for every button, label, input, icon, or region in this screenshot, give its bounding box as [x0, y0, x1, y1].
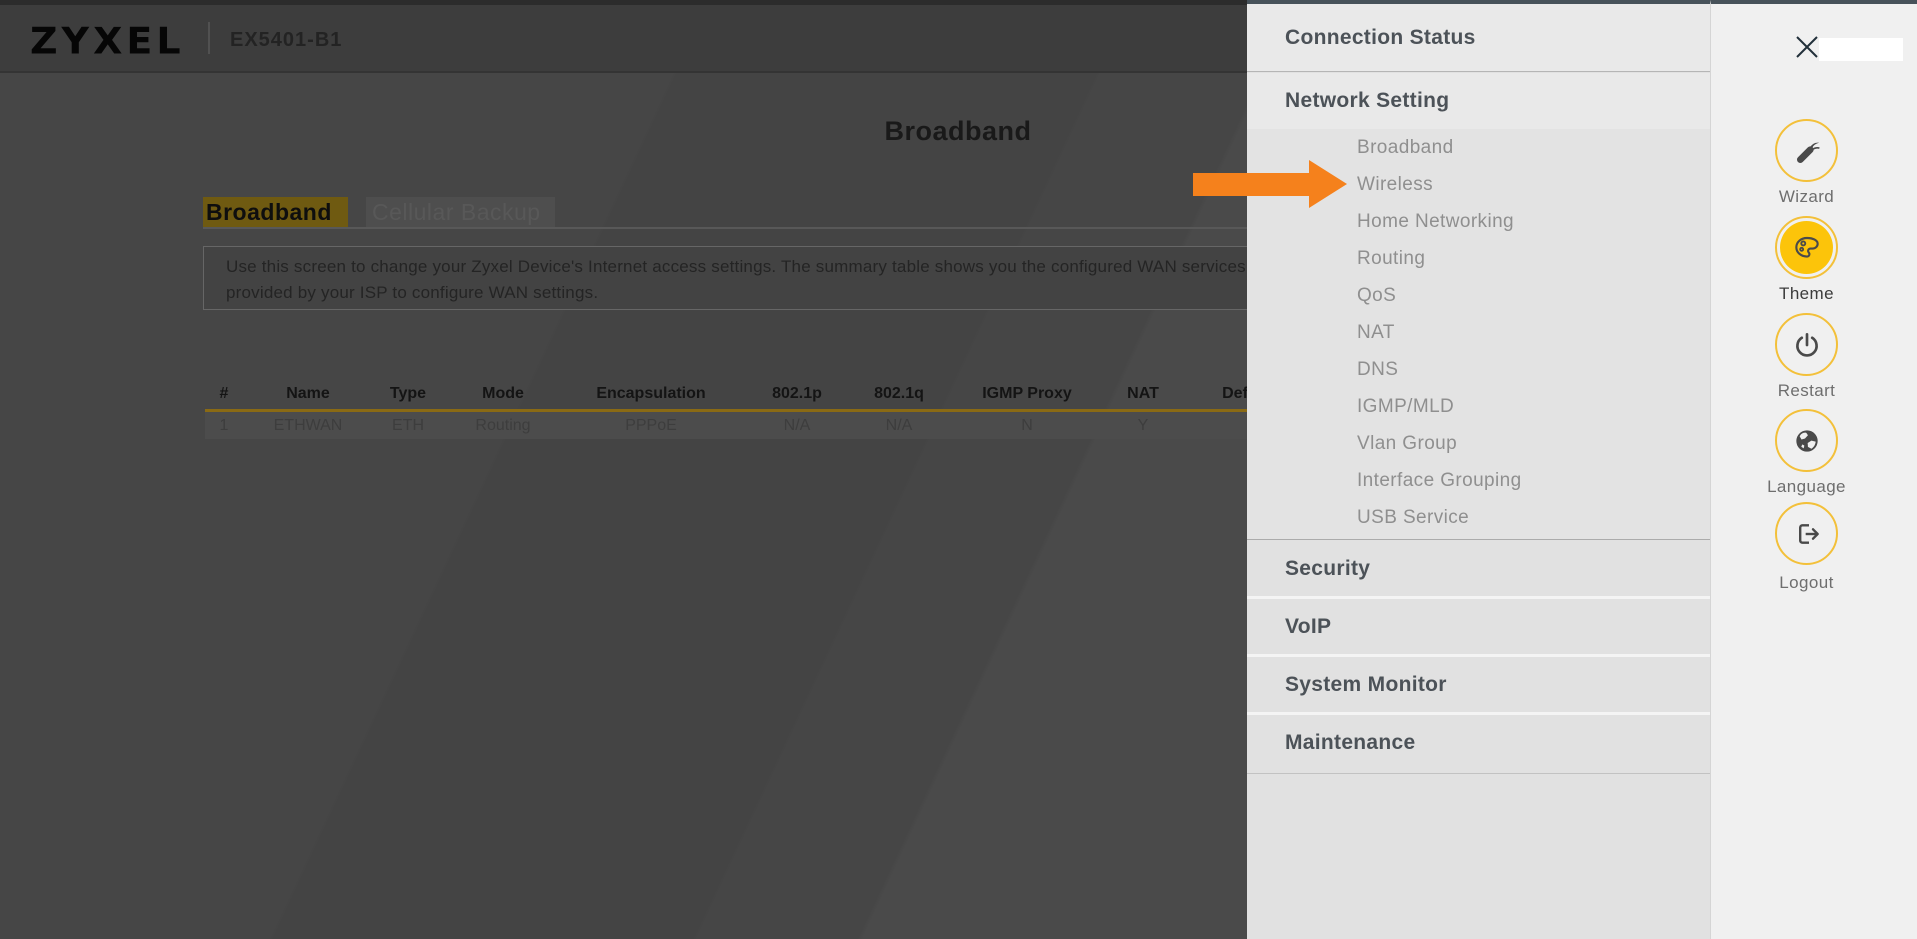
wizard-button[interactable] — [1775, 119, 1838, 182]
icon-rail: Wizard Theme Restart — [1710, 0, 1917, 939]
col-header: IGMP Proxy — [943, 378, 1111, 409]
col-header: # — [205, 378, 243, 409]
submenu-nat[interactable]: NAT — [1247, 314, 1710, 351]
col-header: 802.1p — [739, 378, 855, 409]
submenu-igmp-mld[interactable]: IGMP/MLD — [1247, 388, 1710, 425]
cell-8021q: N/A — [855, 412, 943, 439]
wan-services-table: # Name Type Mode Encapsulation 802.1p 80… — [205, 378, 1355, 439]
pointer-arrow-head — [1309, 160, 1347, 208]
theme-active-fill — [1780, 221, 1833, 274]
menu-maintenance[interactable]: Maintenance — [1247, 715, 1710, 770]
table-header-row: # Name Type Mode Encapsulation 802.1p 80… — [205, 378, 1355, 409]
tab-cellular-backup[interactable]: Cellular Backup — [366, 197, 555, 229]
section-divider — [1247, 773, 1710, 774]
table-row[interactable]: 1 ETHWAN ETH Routing PPPoE N/A N/A N Y — [205, 412, 1355, 439]
globe-icon — [1791, 425, 1823, 457]
theme-button[interactable] — [1775, 216, 1838, 279]
cell-8021p: N/A — [739, 412, 855, 439]
logout-label: Logout — [1711, 573, 1902, 593]
nav-menu-panel: Connection Status Network Setting Broadb… — [1247, 0, 1710, 939]
wizard-label: Wizard — [1711, 187, 1902, 207]
cell-name: ETHWAN — [243, 412, 373, 439]
col-header: Name — [243, 378, 373, 409]
menu-connection-status[interactable]: Connection Status — [1247, 4, 1710, 72]
palette-icon — [1791, 232, 1823, 264]
cell-mode: Routing — [443, 412, 563, 439]
logout-button[interactable] — [1775, 502, 1838, 565]
cell-type: ETH — [373, 412, 443, 439]
language-label: Language — [1711, 477, 1902, 497]
restart-label: Restart — [1711, 381, 1902, 401]
submenu-home-networking[interactable]: Home Networking — [1247, 203, 1710, 240]
menu-security[interactable]: Security — [1247, 541, 1710, 596]
cell-index: 1 — [205, 412, 243, 439]
submenu-dns[interactable]: DNS — [1247, 351, 1710, 388]
pointer-arrow-bar — [1193, 173, 1311, 196]
col-header: Mode — [443, 378, 563, 409]
power-icon — [1791, 329, 1823, 361]
submenu-vlan-group[interactable]: Vlan Group — [1247, 425, 1710, 462]
cell-nat: Y — [1111, 412, 1175, 439]
menu-voip[interactable]: VoIP — [1247, 599, 1710, 654]
tab-underline — [203, 227, 1355, 229]
white-swatch — [1819, 38, 1903, 61]
col-header: NAT — [1111, 378, 1175, 409]
device-model: EX5401-B1 — [230, 29, 342, 52]
cell-igmp-proxy: N — [943, 412, 1111, 439]
restart-button[interactable] — [1775, 313, 1838, 376]
submenu-usb-service[interactable]: USB Service — [1247, 499, 1710, 536]
description-line1: Use this screen to change your Zyxel Dev… — [226, 254, 1354, 280]
logo-separator — [208, 22, 210, 54]
pointer-arrow — [1193, 160, 1347, 208]
col-header: Type — [373, 378, 443, 409]
logout-icon — [1791, 518, 1823, 550]
submenu-routing[interactable]: Routing — [1247, 240, 1710, 277]
description-line2: provided by your ISP to configure WAN se… — [226, 280, 1354, 306]
cell-encapsulation: PPPoE — [563, 412, 739, 439]
wand-icon — [1791, 135, 1823, 167]
col-header: Encapsulation — [563, 378, 739, 409]
language-button[interactable] — [1775, 409, 1838, 472]
menu-system-monitor[interactable]: System Monitor — [1247, 657, 1710, 712]
description-box: Use this screen to change your Zyxel Dev… — [203, 246, 1355, 310]
submenu-interface-grouping[interactable]: Interface Grouping — [1247, 462, 1710, 499]
theme-label: Theme — [1711, 284, 1902, 304]
submenu-qos[interactable]: QoS — [1247, 277, 1710, 314]
menu-network-setting[interactable]: Network Setting — [1247, 73, 1710, 129]
col-header: 802.1q — [855, 378, 943, 409]
page-title: Broadband — [884, 116, 1031, 147]
zyxel-logo: ZYXEL — [30, 20, 185, 62]
tab-broadband[interactable]: Broadband — [203, 197, 348, 229]
